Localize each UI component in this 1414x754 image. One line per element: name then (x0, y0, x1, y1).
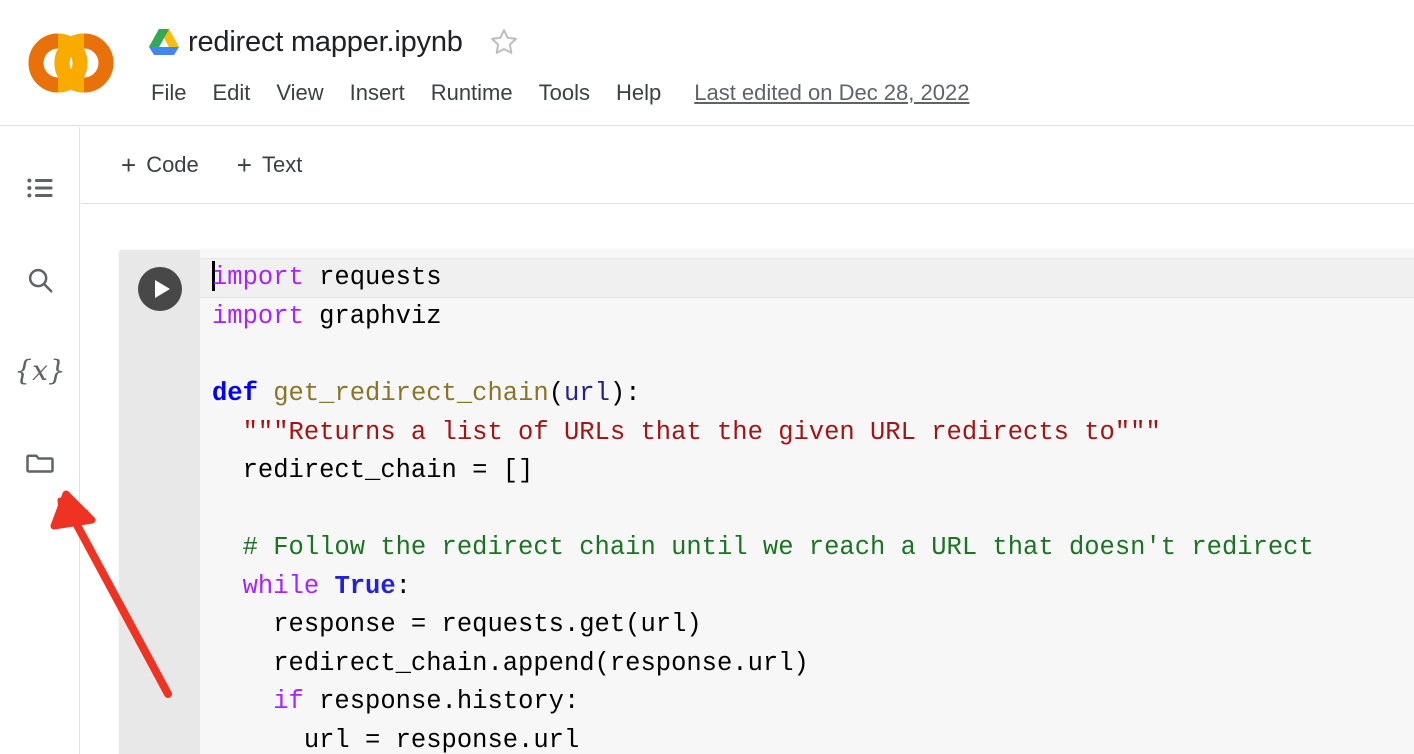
code-token (319, 572, 334, 601)
document-title-row: redirect mapper.ipynb (148, 18, 519, 66)
colab-window: redirect mapper.ipynb File Edit View Ins… (0, 0, 1414, 754)
add-text-cell-label: Text (262, 152, 302, 178)
menu-item-edit[interactable]: Edit (199, 78, 263, 108)
code-line[interactable]: url = response.url (200, 722, 1414, 754)
app-header: redirect mapper.ipynb File Edit View Ins… (0, 0, 1414, 126)
code-token: True (334, 572, 395, 601)
notebook-toolbar: + Code + Text (81, 127, 1414, 204)
code-token: ( (549, 379, 564, 408)
code-token: redirect_chain.append(response.url) (212, 649, 809, 678)
list-bullet-icon (25, 173, 55, 203)
code-line[interactable]: redirect_chain = [] (200, 452, 1414, 491)
code-line[interactable]: def get_redirect_chain(url): (200, 375, 1414, 414)
code-token (258, 379, 273, 408)
sidebar-item-variables[interactable]: {x} (12, 343, 68, 399)
code-token: url = response.url (212, 726, 579, 754)
code-token: response.history: (304, 687, 579, 716)
code-token (212, 572, 243, 601)
code-editor[interactable]: import requestsimport graphviz def get_r… (200, 250, 1414, 754)
code-line[interactable]: import requests (200, 258, 1414, 298)
code-token: url (564, 379, 610, 408)
menu-item-help[interactable]: Help (603, 78, 674, 108)
code-line[interactable]: # Follow the redirect chain until we rea… (200, 529, 1414, 568)
sidebar-item-table-of-contents[interactable] (12, 160, 68, 216)
play-arrow-icon (155, 280, 170, 298)
code-line[interactable]: redirect_chain.append(response.url) (200, 645, 1414, 684)
code-token: import (212, 263, 304, 292)
left-sidebar: {x} (0, 127, 80, 754)
add-text-cell-button[interactable]: + Text (225, 148, 315, 182)
variables-braces-icon: {x} (14, 357, 65, 385)
code-token: graphviz (304, 302, 442, 331)
add-code-cell-button[interactable]: + Code (109, 148, 211, 182)
sidebar-item-find-and-replace[interactable] (12, 252, 68, 308)
sidebar-item-files[interactable] (12, 435, 68, 491)
folder-icon (25, 448, 55, 478)
code-line[interactable] (200, 337, 1414, 376)
colab-logo[interactable] (28, 32, 114, 94)
code-token: ): (610, 379, 641, 408)
document-title[interactable]: redirect mapper.ipynb (188, 26, 463, 59)
code-token: if (273, 687, 304, 716)
menu-item-insert[interactable]: Insert (337, 78, 418, 108)
code-token (212, 687, 273, 716)
colab-logo-icon (28, 32, 114, 94)
google-drive-icon (148, 27, 180, 57)
code-token: : (396, 572, 411, 601)
last-edited-link[interactable]: Last edited on Dec 28, 2022 (694, 80, 969, 106)
notebook-area: + Code + Text import requestsimport grap… (81, 127, 1414, 754)
code-cell-gutter (120, 250, 200, 754)
code-token: redirect_chain = [] (212, 456, 533, 485)
code-line[interactable]: while True: (200, 568, 1414, 607)
run-cell-button[interactable] (138, 267, 182, 311)
code-line[interactable]: response = requests.get(url) (200, 606, 1414, 645)
code-token: """Returns a list of URLs that the given… (212, 418, 1161, 447)
menu-item-tools[interactable]: Tools (526, 78, 603, 108)
code-token: get_redirect_chain (273, 379, 548, 408)
star-outline-icon[interactable] (489, 27, 519, 57)
menu-item-file[interactable]: File (138, 78, 199, 108)
code-line[interactable]: import graphviz (200, 298, 1414, 337)
code-cell[interactable]: import requestsimport graphviz def get_r… (120, 250, 1414, 754)
code-token: def (212, 379, 258, 408)
menu-item-runtime[interactable]: Runtime (418, 78, 526, 108)
code-token: import (212, 302, 304, 331)
add-code-cell-label: Code (146, 152, 199, 178)
plus-icon: + (237, 152, 252, 178)
code-line[interactable]: """Returns a list of URLs that the given… (200, 414, 1414, 453)
code-token: requests (304, 263, 442, 292)
code-line[interactable]: if response.history: (200, 683, 1414, 722)
plus-icon: + (121, 152, 136, 178)
menu-bar: File Edit View Insert Runtime Tools Help… (138, 78, 969, 108)
menu-item-view[interactable]: View (263, 78, 336, 108)
search-icon (25, 265, 55, 295)
code-token: # Follow the redirect chain until we rea… (212, 533, 1314, 562)
code-token: while (243, 572, 320, 601)
code-token: response = requests.get(url) (212, 610, 702, 639)
code-line[interactable] (200, 491, 1414, 530)
